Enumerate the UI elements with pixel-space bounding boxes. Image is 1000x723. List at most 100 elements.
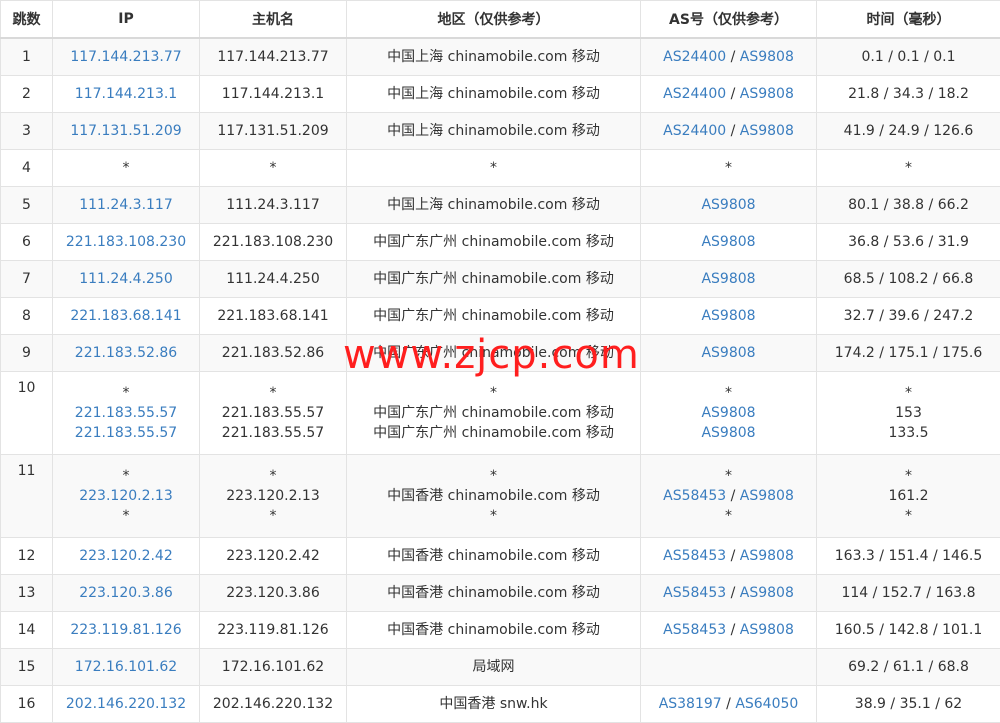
ip-link[interactable]: 221.183.108.230 [53,232,199,252]
hop-cell: 8 [1,298,53,335]
hostname-text: 117.144.213.1 [200,84,346,104]
ip-link[interactable]: 221.183.55.57 [53,423,199,443]
time-cell: 163.3 / 151.4 / 146.5 [817,538,1000,575]
ip-link[interactable]: 111.24.3.117 [53,195,199,215]
region-cell: 中国广东广州 chinamobile.com 移动 [347,335,641,372]
as-link[interactable]: AS9808 [740,49,794,65]
ip-link[interactable]: 221.183.55.57 [53,403,199,423]
table-row: 10*221.183.55.57221.183.55.57*221.183.55… [1,372,1000,455]
as-link[interactable]: AS38197 [659,696,722,712]
table-row: 16202.146.220.132202.146.220.132中国香港 snw… [1,686,1000,723]
region-text: 中国广东广州 chinamobile.com 移动 [347,306,640,326]
region-text: 中国广东广州 chinamobile.com 移动 [347,343,640,363]
as-link[interactable]: AS9808 [740,123,794,139]
hostname-text: * [200,506,346,526]
ip-cell: 111.24.4.250 [53,261,200,298]
hostname-cell: 117.144.213.1 [200,76,347,113]
as-link[interactable]: AS9808 [740,585,794,601]
header-hostname: 主机名 [200,1,347,39]
as-link[interactable]: AS9808 [701,234,755,250]
region-cell: * [347,150,641,187]
time-cell: *161.2* [817,455,1000,538]
time-text: 114 / 152.7 / 163.8 [817,583,1000,603]
as-line: AS58453 / AS9808 [641,583,816,603]
table-row: 14223.119.81.126223.119.81.126中国香港 china… [1,612,1000,649]
as-link[interactable]: AS24400 [663,123,726,139]
ip-link[interactable]: 223.120.3.86 [53,583,199,603]
ip-link[interactable]: 117.144.213.1 [53,84,199,104]
as-link[interactable]: AS24400 [663,49,726,65]
ip-link[interactable]: 202.146.220.132 [53,694,199,714]
ip-link[interactable]: 111.24.4.250 [53,269,199,289]
time-cell: 80.1 / 38.8 / 66.2 [817,187,1000,224]
as-line: AS9808 [641,195,816,215]
as-link[interactable]: AS58453 [663,488,726,504]
ip-link[interactable]: 223.120.2.13 [53,486,199,506]
as-link[interactable]: AS9808 [701,405,755,421]
as-link[interactable]: AS9808 [701,345,755,361]
table-row: 1117.144.213.77117.144.213.77中国上海 chinam… [1,38,1000,76]
time-cell: 21.8 / 34.3 / 18.2 [817,76,1000,113]
as-link[interactable]: AS24400 [663,86,726,102]
ip-link[interactable]: 223.120.2.42 [53,546,199,566]
region-cell: 中国上海 chinamobile.com 移动 [347,113,641,150]
as-link[interactable]: AS9808 [701,197,755,213]
as-link[interactable]: AS9808 [740,548,794,564]
hostname-text: * [200,383,346,403]
as-link[interactable]: AS9808 [740,622,794,638]
hop-cell: 9 [1,335,53,372]
time-text: 153 [817,403,1000,423]
as-link[interactable]: AS9808 [740,488,794,504]
region-text: * [347,466,640,486]
as-link[interactable]: AS64050 [735,696,798,712]
ip-cell: 172.16.101.62 [53,649,200,686]
region-text: 中国香港 chinamobile.com 移动 [347,620,640,640]
ip-cell: 221.183.52.86 [53,335,200,372]
as-line: AS24400 / AS9808 [641,47,816,67]
ip-link[interactable]: 223.119.81.126 [53,620,199,640]
as-link[interactable]: AS9808 [701,425,755,441]
as-cell: AS24400 / AS9808 [641,38,817,76]
hop-cell: 10 [1,372,53,455]
as-line: AS9808 [641,423,816,443]
as-link[interactable]: AS58453 [663,622,726,638]
region-text: * [347,506,640,526]
ip-text: * [53,506,199,526]
hostname-text: 111.24.4.250 [200,269,346,289]
hostname-text: * [200,466,346,486]
ip-link[interactable]: 117.131.51.209 [53,121,199,141]
as-cell: AS24400 / AS9808 [641,76,817,113]
region-text: 中国上海 chinamobile.com 移动 [347,195,640,215]
hostname-cell: 221.183.108.230 [200,224,347,261]
hop-cell: 14 [1,612,53,649]
ip-link[interactable]: 221.183.52.86 [53,343,199,363]
ip-link[interactable]: 221.183.68.141 [53,306,199,326]
ip-cell: *223.120.2.13* [53,455,200,538]
hostname-text: 223.120.2.13 [200,486,346,506]
region-cell: 局域网 [347,649,641,686]
as-cell: AS9808 [641,224,817,261]
as-link[interactable]: AS58453 [663,548,726,564]
region-text: 中国上海 chinamobile.com 移动 [347,47,640,67]
time-cell: * [817,150,1000,187]
ip-cell: 202.146.220.132 [53,686,200,723]
as-text: * [725,160,732,176]
table-row: 6221.183.108.230221.183.108.230中国广东广州 ch… [1,224,1000,261]
as-link[interactable]: AS9808 [740,86,794,102]
as-link[interactable]: AS9808 [701,308,755,324]
region-text: 中国香港 snw.hk [347,694,640,714]
as-link[interactable]: AS9808 [701,271,755,287]
header-as: AS号（仅供参考） [641,1,817,39]
ip-link[interactable]: 117.144.213.77 [53,47,199,67]
as-line: AS58453 / AS9808 [641,620,816,640]
ip-text: * [53,383,199,403]
time-text: * [817,506,1000,526]
region-text: 中国上海 chinamobile.com 移动 [347,121,640,141]
time-cell: 174.2 / 175.1 / 175.6 [817,335,1000,372]
time-cell: 38.9 / 35.1 / 62 [817,686,1000,723]
as-line: AS9808 [641,306,816,326]
ip-link[interactable]: 172.16.101.62 [53,657,199,677]
ip-cell: 223.120.2.42 [53,538,200,575]
as-link[interactable]: AS58453 [663,585,726,601]
hop-cell: 13 [1,575,53,612]
